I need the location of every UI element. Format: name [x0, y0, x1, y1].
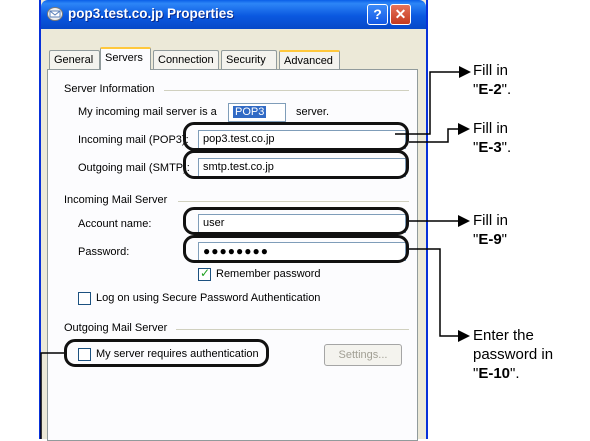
arrow-e9-icon — [458, 215, 470, 227]
callout-e9-line2: "E-9" — [473, 231, 507, 248]
callout-e2-code: E-2 — [478, 81, 502, 98]
callout-e10-line3: "E-10". — [473, 365, 520, 382]
callout-e3-line2: "E-3". — [473, 139, 512, 156]
callout-e10-line1: Enter the — [473, 327, 534, 344]
tab-servers[interactable]: Servers — [100, 47, 151, 70]
arrow-e3-icon — [458, 123, 470, 135]
callout-e2-line2: "E-2". — [473, 81, 512, 98]
callout-e3-code: E-3 — [478, 139, 502, 156]
callout-e10-code: E-10 — [478, 365, 511, 382]
arrow-e10-icon — [458, 330, 470, 342]
callout-e2: Fill in "E-2". — [473, 61, 511, 99]
callout-e10: Enter the password in "E-10". — [473, 326, 553, 383]
callout-e9-line1: Fill in — [473, 212, 509, 229]
callout-e9: Fill in "E-9" — [473, 211, 508, 249]
callout-e9-code: E-9 — [478, 231, 502, 248]
callout-e3-line1: Fill in — [473, 120, 509, 137]
callout-e10-line2: password in — [473, 346, 554, 363]
callout-e2-line1: Fill in — [473, 62, 509, 79]
arrow-e2-icon — [459, 66, 471, 78]
callout-e3: Fill in "E-3". — [473, 119, 511, 157]
